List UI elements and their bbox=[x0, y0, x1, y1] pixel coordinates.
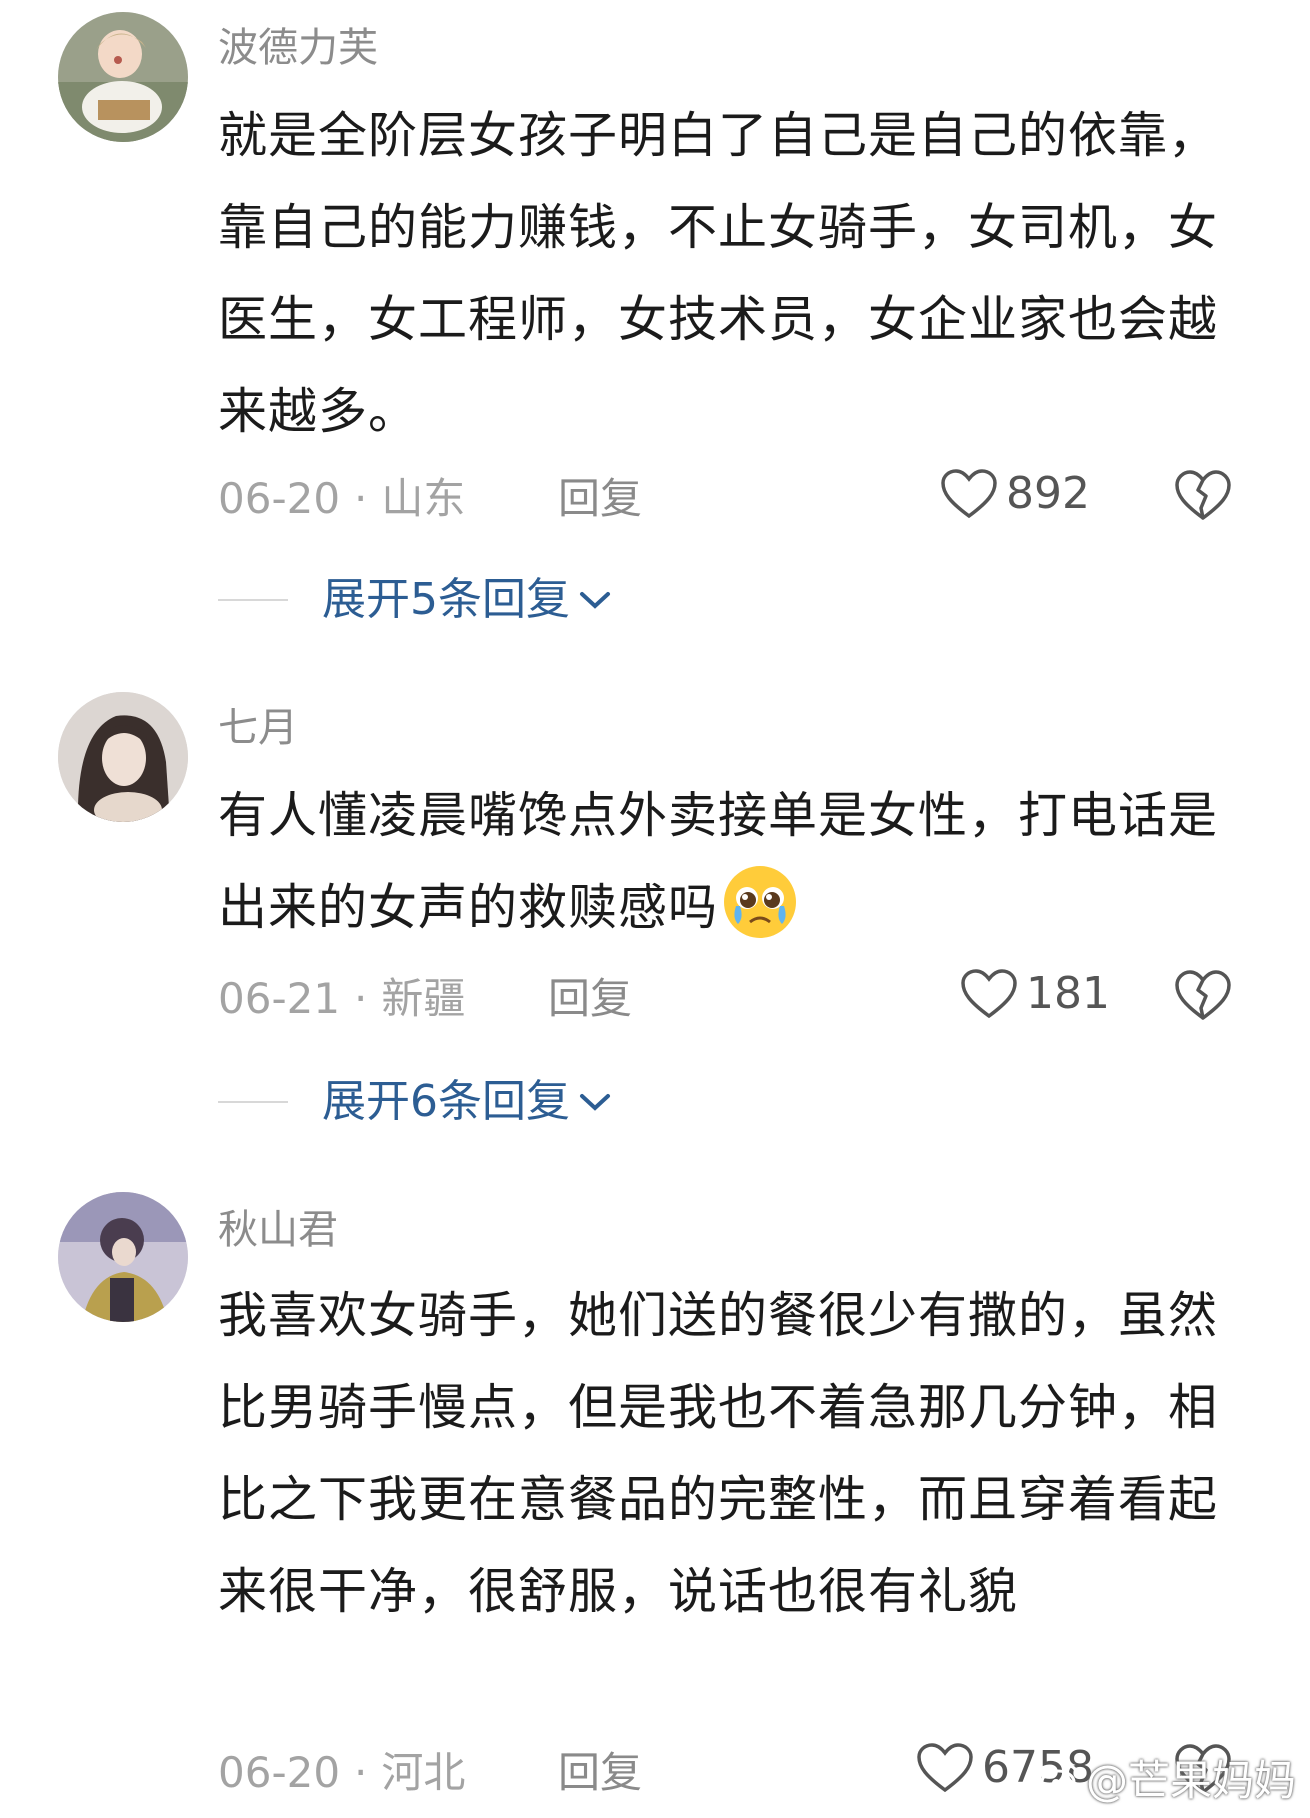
comment-location: 新疆 bbox=[381, 974, 466, 1023]
comment-meta: 06-21 · 新疆 回复 bbox=[218, 978, 632, 1020]
comment-text: 就是全阶层女孩子明白了自己是自己的依靠，靠自己的能力赚钱，不止女骑手，女司机，女… bbox=[218, 107, 1219, 440]
heart-icon bbox=[941, 469, 997, 519]
weibo-logo-icon bbox=[1040, 1764, 1078, 1794]
pleading-crying-face-icon bbox=[724, 866, 797, 938]
meta-separator: · bbox=[354, 974, 368, 1023]
watermark-text: @芒果妈妈 bbox=[1085, 1756, 1296, 1805]
expand-replies-label: 展开6条回复 bbox=[322, 1076, 570, 1127]
divider bbox=[218, 599, 288, 601]
like-count: 892 bbox=[1006, 468, 1090, 519]
like-button[interactable]: 181 bbox=[960, 968, 1110, 1020]
comment-date: 06-20 bbox=[218, 1748, 341, 1797]
divider bbox=[218, 1101, 288, 1103]
comment-meta: 06-20 · 河北 回复 bbox=[218, 1752, 642, 1794]
username[interactable]: 波德力芙 bbox=[218, 28, 378, 68]
comment-date: 06-20 bbox=[218, 474, 341, 523]
reply-button[interactable]: 回复 bbox=[548, 978, 632, 1020]
comment-meta: 06-20 · 山东 回复 bbox=[218, 478, 642, 520]
username[interactable]: 秋山君 bbox=[218, 1210, 338, 1250]
reply-button[interactable]: 回复 bbox=[558, 478, 642, 520]
like-button[interactable]: 892 bbox=[940, 468, 1090, 520]
chevron-down-icon bbox=[580, 1094, 610, 1111]
expand-replies-button[interactable]: 展开6条回复 bbox=[218, 1080, 612, 1124]
avatar[interactable] bbox=[58, 12, 188, 142]
comment-location: 河北 bbox=[381, 1748, 466, 1797]
comment-date: 06-21 bbox=[218, 974, 341, 1023]
username[interactable]: 七月 bbox=[218, 708, 298, 748]
broken-heart-icon[interactable] bbox=[1174, 468, 1232, 524]
avatar[interactable] bbox=[58, 1192, 188, 1322]
comment-location: 山东 bbox=[381, 474, 466, 523]
expand-replies-button[interactable]: 展开5条回复 bbox=[218, 578, 612, 622]
comment-text: 我喜欢女骑手，她们送的餐很少有撒的，虽然比男骑手慢点，但是我也不着急那几分钟，相… bbox=[218, 1287, 1219, 1620]
comment-text: 有人懂凌晨嘴馋点外卖接单是女性，打电话是出来的女声的救赎感吗 bbox=[218, 770, 1218, 954]
heart-icon bbox=[917, 1743, 973, 1793]
watermark: @芒果妈妈 bbox=[1040, 1747, 1296, 1808]
comment-text-content: 有人懂凌晨嘴馋点外卖接单是女性，打电话是出来的女声的救赎感吗 bbox=[218, 787, 1219, 936]
like-count: 181 bbox=[1026, 968, 1110, 1019]
heart-icon bbox=[961, 969, 1017, 1019]
chevron-down-icon bbox=[580, 592, 610, 609]
meta-separator: · bbox=[354, 1748, 368, 1797]
broken-heart-icon[interactable] bbox=[1174, 968, 1232, 1024]
avatar[interactable] bbox=[58, 692, 188, 822]
meta-separator: · bbox=[354, 474, 368, 523]
reply-button[interactable]: 回复 bbox=[558, 1752, 642, 1794]
expand-replies-label: 展开5条回复 bbox=[322, 574, 570, 625]
